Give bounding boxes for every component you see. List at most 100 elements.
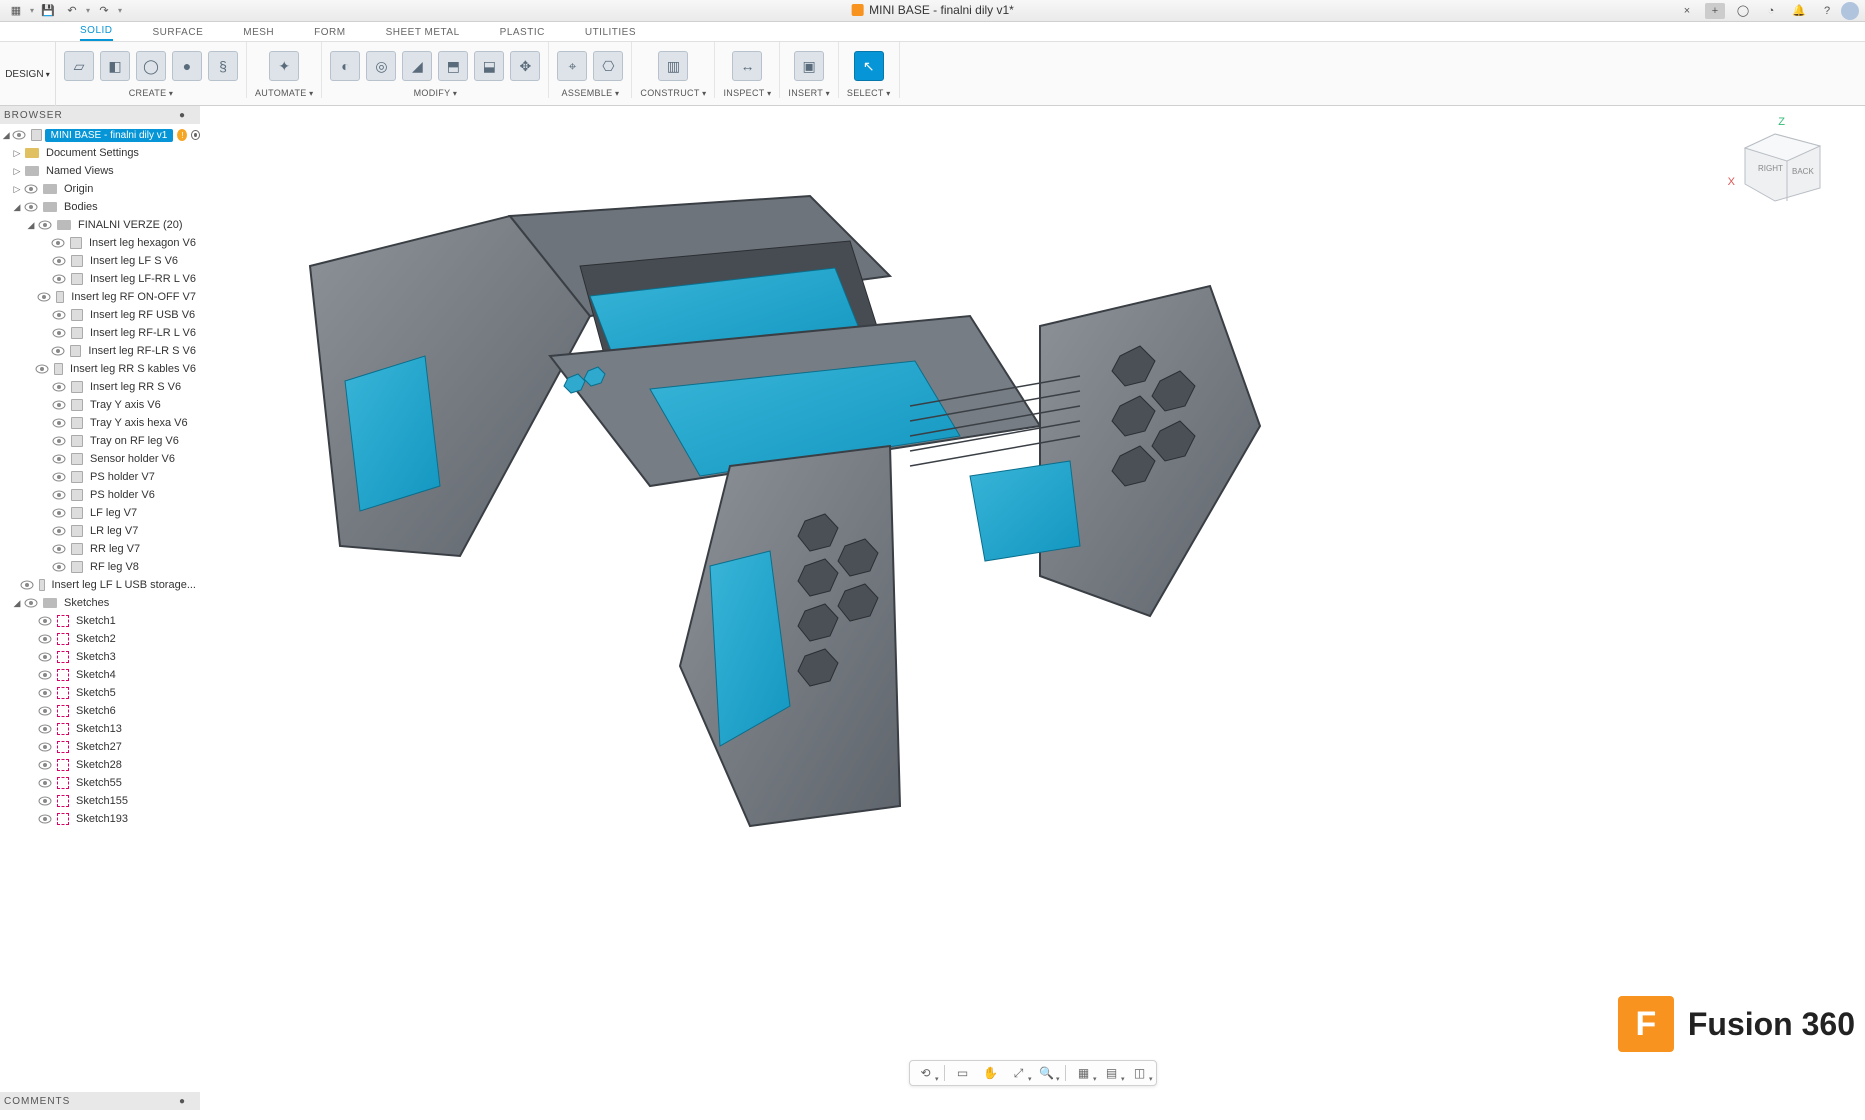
display-settings-icon[interactable]: ▦: [1074, 1064, 1094, 1082]
new-tab-icon[interactable]: +: [1705, 3, 1725, 19]
tree-row[interactable]: Tray on RF leg V6: [0, 432, 200, 450]
tree-row[interactable]: Insert leg RF-LR S V6: [0, 342, 200, 360]
expand-icon[interactable]: ▷: [12, 166, 22, 177]
asbuilt-tool-icon[interactable]: ⎔: [593, 51, 623, 81]
tree-row[interactable]: Sketch27: [0, 738, 200, 756]
tree-row[interactable]: Sketch28: [0, 756, 200, 774]
tree-row[interactable]: Sketch1: [0, 612, 200, 630]
workspace-switcher[interactable]: DESIGN: [0, 42, 56, 106]
tree-row[interactable]: Sketch13: [0, 720, 200, 738]
tree-row[interactable]: Insert leg RF ON-OFF V7: [0, 288, 200, 306]
fillet-tool-icon[interactable]: ◐: [330, 51, 360, 81]
select-tool-icon[interactable]: ↖: [854, 51, 884, 81]
box-tool-icon[interactable]: ◧: [100, 51, 130, 81]
visibility-eye-icon[interactable]: [38, 778, 52, 788]
visibility-eye-icon[interactable]: [24, 202, 38, 212]
sketch-tool-icon[interactable]: ▱: [64, 51, 94, 81]
expand-icon[interactable]: ◢: [26, 220, 36, 231]
ribbon-tab-plastic[interactable]: PLASTIC: [500, 24, 545, 41]
ribbon-group-label[interactable]: INSERT: [788, 88, 829, 98]
grid-settings-icon[interactable]: ▤: [1102, 1064, 1122, 1082]
document-title-tab[interactable]: MINI BASE - finalni dily v1*: [851, 3, 1014, 17]
tree-row[interactable]: Insert leg hexagon V6: [0, 234, 200, 252]
redo-icon[interactable]: ↷: [94, 3, 114, 19]
tree-row[interactable]: ▷Document Settings: [0, 144, 200, 162]
tree-row[interactable]: Insert leg RF-LR L V6: [0, 324, 200, 342]
notifications-icon[interactable]: 🔔: [1789, 3, 1809, 19]
visibility-eye-icon[interactable]: [52, 382, 66, 392]
tree-row[interactable]: ▷Origin: [0, 180, 200, 198]
visibility-eye-icon[interactable]: [38, 814, 52, 824]
expand-icon[interactable]: ▷: [12, 148, 22, 159]
close-tab-icon[interactable]: ×: [1677, 3, 1697, 19]
tree-row[interactable]: Insert leg LF-RR L V6: [0, 270, 200, 288]
expand-icon[interactable]: ▷: [12, 184, 22, 195]
chevron-down-icon[interactable]: ▾: [118, 6, 126, 15]
plane-tool-icon[interactable]: ▥: [658, 51, 688, 81]
tree-row[interactable]: ◢MINI BASE - finalni dily v1!: [0, 126, 200, 144]
visibility-eye-icon[interactable]: [35, 364, 49, 374]
file-menu-icon[interactable]: ▦: [6, 3, 26, 19]
ribbon-tab-mesh[interactable]: MESH: [243, 24, 274, 41]
chevron-down-icon[interactable]: ▾: [86, 6, 94, 15]
ribbon-group-label[interactable]: CONSTRUCT: [640, 88, 706, 98]
visibility-eye-icon[interactable]: [38, 616, 52, 626]
visibility-eye-icon[interactable]: [38, 706, 52, 716]
ribbon-tab-form[interactable]: FORM: [314, 24, 345, 41]
tree-row[interactable]: Sketch155: [0, 792, 200, 810]
tree-row[interactable]: PS holder V7: [0, 468, 200, 486]
tree-row[interactable]: Insert leg LF L USB storage...: [0, 576, 200, 594]
tree-row[interactable]: Sketch193: [0, 810, 200, 828]
tree-row[interactable]: Sensor holder V6: [0, 450, 200, 468]
combine-tool-icon[interactable]: ⬒: [438, 51, 468, 81]
zoom-icon[interactable]: ⤢: [1009, 1064, 1029, 1082]
visibility-eye-icon[interactable]: [52, 544, 66, 554]
extensions-icon[interactable]: ◯: [1733, 3, 1753, 19]
tree-row[interactable]: Sketch6: [0, 702, 200, 720]
comments-options-icon[interactable]: ●: [179, 1096, 186, 1107]
visibility-eye-icon[interactable]: [52, 328, 66, 338]
tree-row[interactable]: RF leg V8: [0, 558, 200, 576]
tree-row[interactable]: ◢Sketches: [0, 594, 200, 612]
visibility-eye-icon[interactable]: [52, 310, 66, 320]
visibility-eye-icon[interactable]: [38, 724, 52, 734]
coil-tool-icon[interactable]: §: [208, 51, 238, 81]
visibility-eye-icon[interactable]: [52, 274, 66, 284]
tree-row[interactable]: Insert leg RR S kables V6: [0, 360, 200, 378]
visibility-eye-icon[interactable]: [52, 508, 66, 518]
pan-icon[interactable]: ✋: [981, 1064, 1001, 1082]
visibility-eye-icon[interactable]: [51, 346, 65, 356]
visibility-eye-icon[interactable]: [52, 454, 66, 464]
visibility-eye-icon[interactable]: [52, 418, 66, 428]
visibility-eye-icon[interactable]: [38, 796, 52, 806]
tree-row[interactable]: Sketch55: [0, 774, 200, 792]
comments-header[interactable]: COMMENTS ●: [0, 1092, 200, 1110]
auto-tool-icon[interactable]: ✦: [269, 51, 299, 81]
warning-icon[interactable]: !: [177, 129, 187, 141]
browser-options-icon[interactable]: ●: [179, 110, 186, 121]
visibility-eye-icon[interactable]: [38, 652, 52, 662]
tree-row[interactable]: LR leg V7: [0, 522, 200, 540]
sphere-tool-icon[interactable]: ●: [172, 51, 202, 81]
tree-row[interactable]: Sketch5: [0, 684, 200, 702]
visibility-eye-icon[interactable]: [38, 760, 52, 770]
user-avatar[interactable]: [1841, 2, 1859, 20]
save-icon[interactable]: 💾: [38, 3, 58, 19]
tree-row[interactable]: ▷Named Views: [0, 162, 200, 180]
ribbon-tab-solid[interactable]: SOLID: [80, 22, 113, 41]
ribbon-group-label[interactable]: MODIFY: [414, 88, 458, 98]
help-icon[interactable]: ?: [1817, 3, 1837, 19]
tree-row[interactable]: Insert leg RF USB V6: [0, 306, 200, 324]
visibility-eye-icon[interactable]: [38, 220, 52, 230]
tree-row[interactable]: Tray Y axis hexa V6: [0, 414, 200, 432]
tree-row[interactable]: ◢Bodies: [0, 198, 200, 216]
split-tool-icon[interactable]: ⬓: [474, 51, 504, 81]
expand-icon[interactable]: ◢: [12, 598, 22, 609]
visibility-eye-icon[interactable]: [52, 562, 66, 572]
visibility-eye-icon[interactable]: [52, 256, 66, 266]
expand-icon[interactable]: ◢: [12, 202, 22, 213]
tree-row[interactable]: ◢FINALNI VERZE (20): [0, 216, 200, 234]
tree-row[interactable]: LF leg V7: [0, 504, 200, 522]
visibility-eye-icon[interactable]: [52, 490, 66, 500]
tree-row[interactable]: Sketch4: [0, 666, 200, 684]
